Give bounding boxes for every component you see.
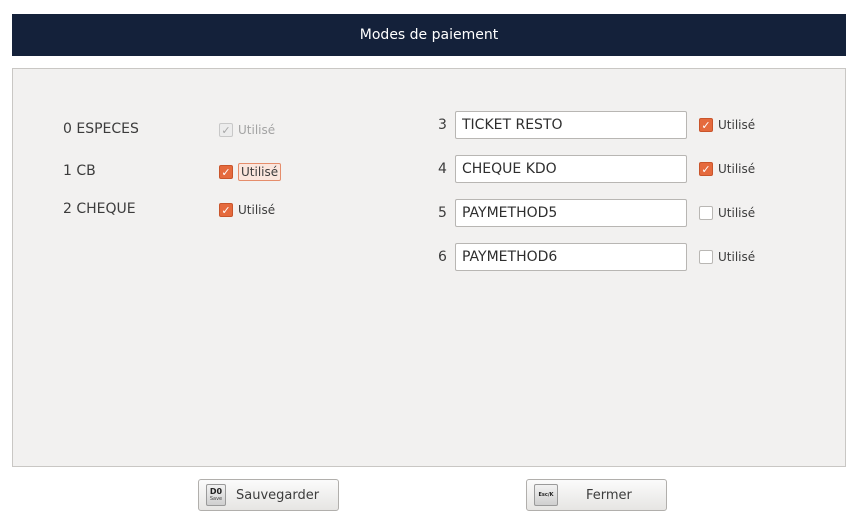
checkbox-box[interactable] (699, 250, 713, 264)
method-index: 6 (438, 249, 447, 265)
check-mark-icon[interactable]: ✓ (699, 118, 713, 132)
used-checkbox-4[interactable]: ✓ Utilisé (699, 159, 755, 179)
used-label[interactable]: Utilisé (718, 206, 755, 220)
check-mark-icon[interactable]: ✓ (699, 162, 713, 176)
payment-methods-panel: 0 ESPECES ✓ Utilisé 1 CB ✓ Utilisé 2 CHE… (12, 68, 846, 467)
used-checkbox-cheque[interactable]: ✓ Utilisé (219, 200, 275, 220)
used-label[interactable]: Utilisé (238, 203, 275, 217)
used-label[interactable]: Utilisé (718, 162, 755, 176)
method-index: 5 (438, 205, 447, 221)
check-mark-icon: ✓ (219, 123, 233, 137)
close-button-label: Fermer (586, 487, 632, 503)
save-button-label: Sauvegarder (236, 487, 320, 503)
check-mark-icon[interactable]: ✓ (219, 203, 233, 217)
method-label-cheque: 2 CHEQUE (63, 201, 136, 217)
method-name-input-4[interactable] (455, 155, 687, 183)
used-label[interactable]: Utilisé (718, 250, 755, 264)
checkbox-box[interactable] (699, 206, 713, 220)
window-titlebar: Modes de paiement (12, 14, 846, 56)
used-checkbox-especes: ✓ Utilisé (219, 120, 275, 140)
close-button[interactable]: Esc/K Fermer (526, 479, 667, 511)
used-label: Utilisé (238, 123, 276, 137)
used-checkbox-6[interactable]: Utilisé (699, 247, 755, 267)
method-index: 4 (438, 161, 447, 177)
save-button[interactable]: D0 Save Sauvegarder (198, 479, 339, 511)
keyboard-shortcut-icon: D0 Save (206, 484, 226, 506)
method-label-cb: 1 CB (63, 163, 96, 179)
used-label[interactable]: Utilisé (718, 118, 755, 132)
used-checkbox-5[interactable]: Utilisé (699, 203, 755, 223)
method-name-input-6[interactable] (455, 243, 687, 271)
check-mark-icon[interactable]: ✓ (219, 165, 233, 179)
used-checkbox-cb[interactable]: ✓ Utilisé (219, 162, 282, 182)
window-title: Modes de paiement (359, 27, 499, 43)
method-name-input-3[interactable] (455, 111, 687, 139)
method-index: 3 (438, 117, 447, 133)
used-label[interactable]: Utilisé (238, 163, 282, 181)
method-label-especes: 0 ESPECES (63, 121, 139, 137)
used-checkbox-3[interactable]: ✓ Utilisé (699, 115, 755, 135)
keyboard-shortcut-icon: Esc/K (534, 484, 558, 506)
button-bar: D0 Save Sauvegarder Esc/K Fermer (0, 468, 846, 511)
method-name-input-5[interactable] (455, 199, 687, 227)
